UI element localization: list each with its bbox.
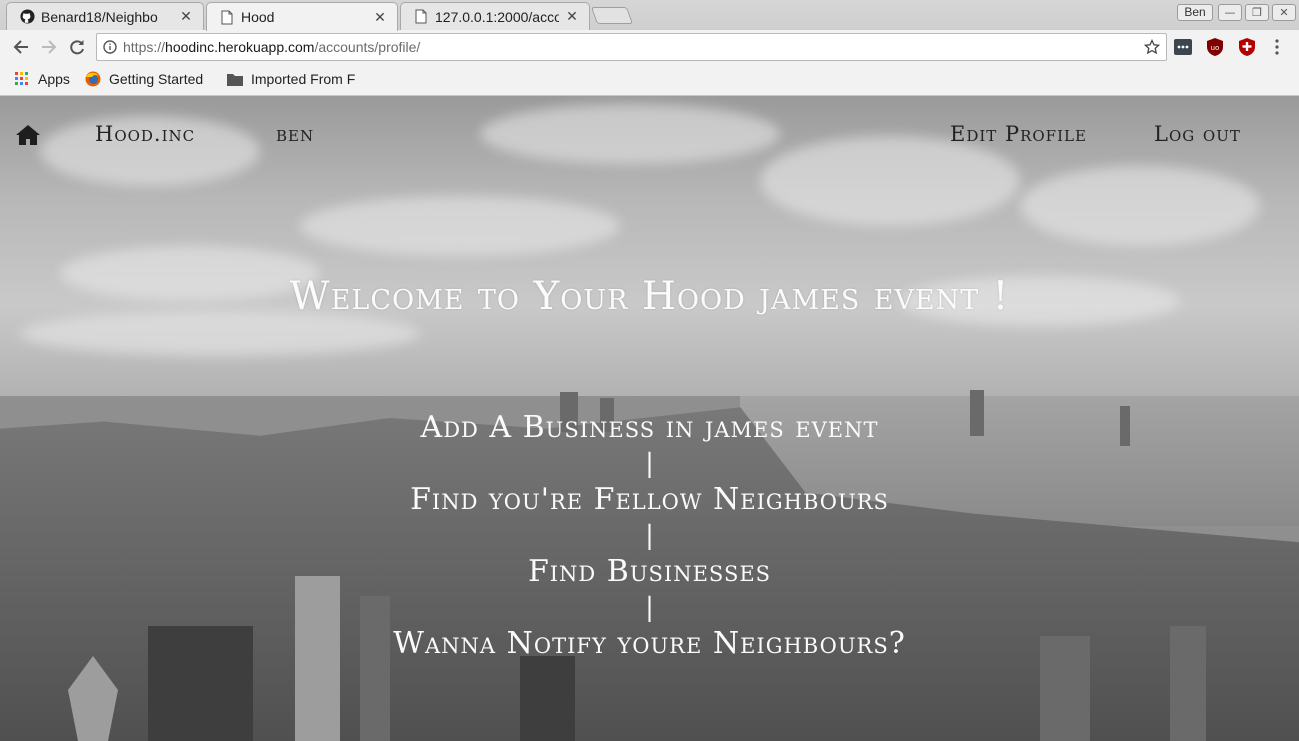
extension-icon[interactable]	[1174, 38, 1192, 56]
reload-button[interactable]	[66, 36, 88, 58]
tab-title: 127.0.0.1:2000/acco	[435, 8, 559, 25]
tab-github[interactable]: Benard18/Neighbo ✕	[6, 2, 204, 30]
address-url: https://hoodinc.herokuapp.com/accounts/p…	[123, 39, 1138, 55]
svg-text:uo: uo	[1211, 44, 1220, 52]
forward-arrow-icon	[42, 40, 57, 54]
close-tab-icon[interactable]: ✕	[373, 9, 387, 26]
shield-icon[interactable]	[1238, 38, 1256, 56]
bookmark-label: Getting Started	[109, 71, 204, 87]
site-navbar: Hood.inc ben Edit Profile Log out	[0, 96, 1299, 176]
browser-toolbar: https://hoodinc.herokuapp.com/accounts/p…	[0, 30, 1299, 64]
forward-button[interactable]	[38, 36, 60, 58]
menu-kebab-icon[interactable]	[1268, 38, 1286, 56]
bookmarks-bar: Apps Getting Started Imported From F	[0, 64, 1299, 96]
page-hero: Hood.inc ben Edit Profile Log out Welcom…	[0, 96, 1299, 741]
brand-link[interactable]: Hood.inc	[95, 122, 195, 146]
logout-link[interactable]: Log out	[1154, 122, 1241, 146]
close-tab-icon[interactable]: ✕	[179, 8, 193, 25]
page-icon	[219, 9, 235, 25]
separator: |	[645, 593, 654, 623]
back-arrow-icon	[13, 40, 28, 54]
back-button[interactable]	[10, 36, 32, 58]
info-icon[interactable]	[97, 40, 123, 54]
firefox-icon	[85, 71, 101, 87]
ublock-icon[interactable]: uo	[1206, 38, 1224, 56]
user-link[interactable]: ben	[276, 122, 314, 146]
add-business-link[interactable]: Add A Business in james event	[0, 410, 1299, 446]
hero-links: Add A Business in james event | Find you…	[0, 410, 1299, 662]
cloud	[300, 196, 620, 256]
find-neighbours-link[interactable]: Find you're Fellow Neighbours	[0, 482, 1299, 518]
apps-grid-icon	[14, 71, 30, 87]
home-icon[interactable]	[16, 124, 40, 146]
bookmark-apps[interactable]: Apps	[14, 71, 70, 87]
tab-hood[interactable]: Hood ✕	[206, 2, 398, 31]
page-icon	[413, 9, 429, 25]
cloud	[1020, 166, 1260, 246]
url-host: hoodinc.herokuapp.com	[165, 39, 315, 55]
bookmark-label: Apps	[38, 71, 70, 87]
tab-localhost[interactable]: 127.0.0.1:2000/acco ✕	[400, 2, 590, 30]
separator: |	[645, 521, 654, 551]
notify-neighbours-link[interactable]: Wanna Notify youre Neighbours?	[0, 626, 1299, 662]
tab-strip: Benard18/Neighbo ✕ Hood ✕ 127.0.0.1:2000…	[0, 0, 1299, 31]
restore-button[interactable]: ❐	[1245, 4, 1269, 21]
github-icon	[19, 9, 35, 25]
profile-button[interactable]: Ben	[1177, 4, 1213, 21]
minimize-button[interactable]: —	[1218, 4, 1242, 21]
bookmark-imported[interactable]: Imported From F	[227, 71, 365, 87]
reload-icon	[70, 40, 84, 55]
close-tab-icon[interactable]: ✕	[565, 8, 579, 25]
url-protocol: https://	[123, 39, 166, 55]
new-tab-button[interactable]	[590, 7, 634, 24]
building	[520, 656, 575, 741]
folder-icon	[227, 71, 243, 87]
tab-title: Hood	[241, 9, 275, 25]
bookmark-getting-started[interactable]: Getting Started	[85, 71, 203, 87]
bookmark-label: Imported From F	[251, 71, 356, 87]
bookmark-star-icon[interactable]	[1138, 39, 1166, 55]
find-businesses-link[interactable]: Find Businesses	[0, 554, 1299, 590]
address-bar[interactable]: https://hoodinc.herokuapp.com/accounts/p…	[96, 33, 1167, 61]
close-window-button[interactable]: ✕	[1272, 4, 1296, 21]
url-path: /accounts/profile/	[314, 39, 421, 55]
welcome-heading: Welcome to Your Hood james event !	[289, 274, 1010, 319]
separator: |	[645, 449, 654, 479]
tab-title: Benard18/Neighbo	[41, 8, 158, 25]
edit-profile-link[interactable]: Edit Profile	[950, 122, 1087, 146]
